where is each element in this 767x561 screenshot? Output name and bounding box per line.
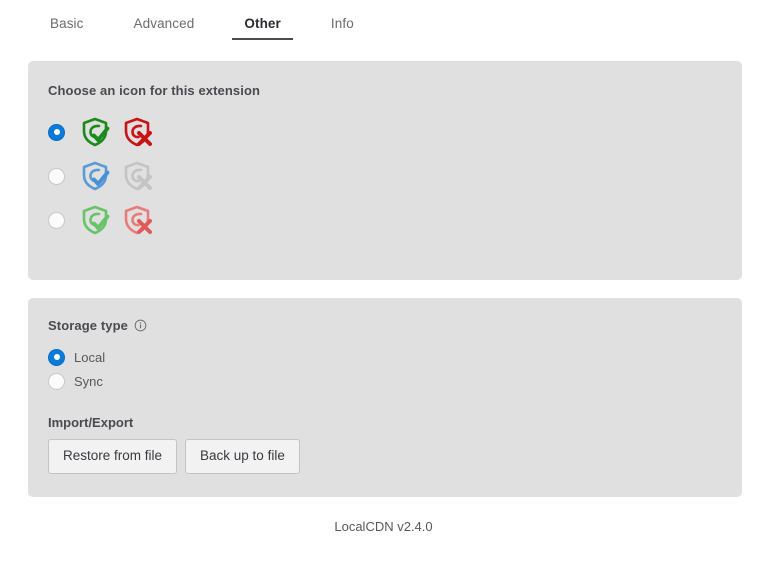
storage-option-sync-label: Sync [74,373,103,389]
restore-from-file-button[interactable]: Restore from file [48,439,178,474]
tab-other[interactable]: Other [232,16,293,40]
storage-radio-sync[interactable] [48,372,65,390]
shield-cross-icon [121,160,153,192]
shield-check-icon [79,160,111,192]
shield-cross-icon-svg [124,205,152,235]
storage-option-sync[interactable]: Sync [48,369,722,393]
info-icon[interactable] [134,319,147,332]
tab-other-label: Other [244,16,281,31]
tab-basic-label: Basic [50,16,84,31]
storage-title-label: Storage type [48,318,128,333]
storage-option-local[interactable]: Local [48,345,722,369]
icon-option-row-2[interactable] [48,154,722,198]
tab-basic[interactable]: Basic [38,16,96,40]
shield-check-icon-svg [82,117,110,147]
icon-preview-pair-3 [79,204,153,236]
import-export-button-row: Restore from file Back up to file [48,439,722,474]
storage-section-title: Storage type [48,318,722,333]
footer-version: LocalCDN v2.4.0 [334,519,433,534]
tab-info[interactable]: Info [319,16,366,40]
storage-option-local-label: Local [74,349,106,365]
shield-check-icon [79,116,111,148]
icon-option-radio-1[interactable] [48,123,65,141]
icon-option-row-3[interactable] [48,198,722,242]
icon-section-title: Choose an icon for this extension [48,83,261,98]
shield-cross-icon-svg [124,117,152,147]
storage-panel: Storage type Local Sync Import/Export Re… [28,298,742,497]
shield-cross-icon [121,116,153,148]
tab-advanced[interactable]: Advanced [122,16,207,40]
info-icon-svg [134,319,147,332]
shield-check-icon-svg [82,205,110,235]
tab-advanced-label: Advanced [133,16,195,31]
icon-option-row-1[interactable] [48,110,722,154]
tab-bar: Basic Advanced Other Info [0,0,767,46]
icon-preview-pair-1 [79,116,153,148]
storage-radio-local[interactable] [48,348,65,366]
icon-selection-panel: Choose an icon for this extension [28,61,742,280]
icon-option-radio-3[interactable] [48,211,65,229]
icon-preview-pair-2 [79,160,153,192]
shield-cross-icon-svg [124,161,152,191]
tab-info-label: Info [330,16,354,31]
shield-check-icon-svg [82,161,110,191]
shield-cross-icon [121,204,153,236]
import-export-title: Import/Export [48,415,134,430]
backup-to-file-button[interactable]: Back up to file [185,439,300,474]
shield-check-icon [79,204,111,236]
icon-option-radio-2[interactable] [48,167,65,185]
